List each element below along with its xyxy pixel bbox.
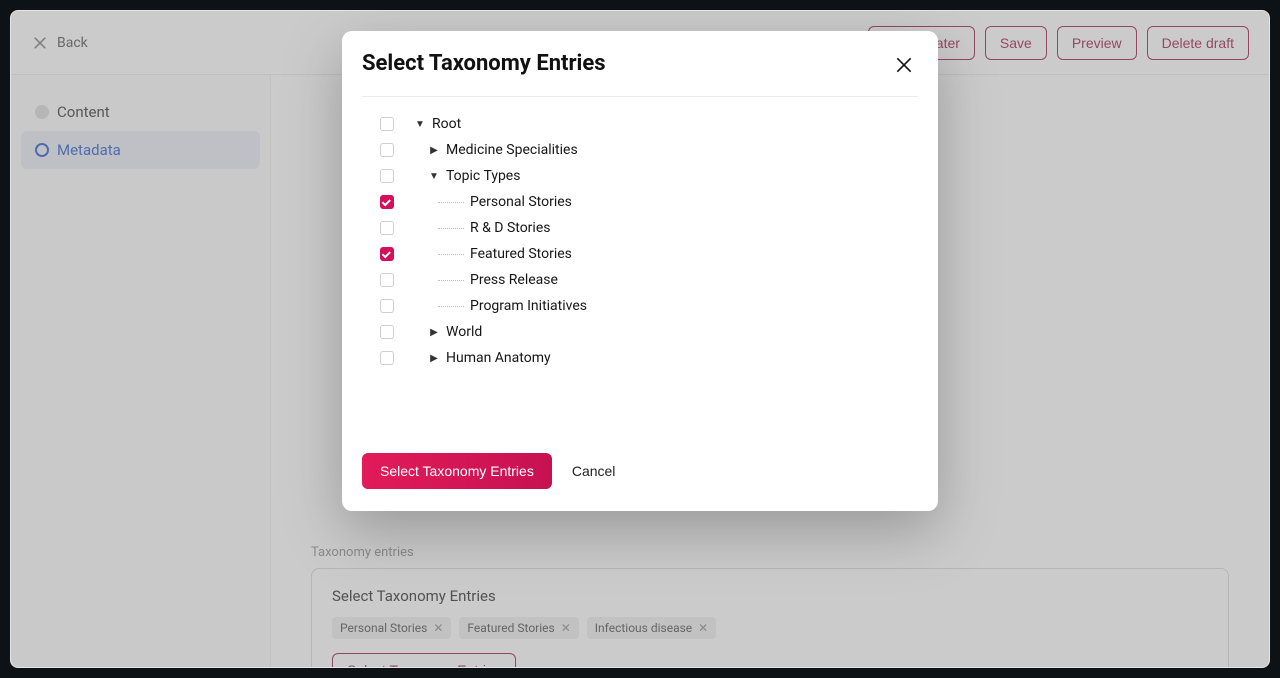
tree-node-topic-types[interactable]: ▼ Topic Types [380, 163, 918, 189]
app-window: Back Publish later Save Preview Delete d… [10, 10, 1270, 668]
node-label: World [446, 324, 482, 340]
node-label: Medicine Specialities [446, 142, 578, 158]
tree-guide-icon [438, 306, 464, 307]
tree-node-world[interactable]: ▶ World [380, 319, 918, 345]
taxonomy-modal: Select Taxonomy Entries ▼ Root ▶ [342, 31, 938, 511]
tree-node-root[interactable]: ▼ Root [380, 111, 918, 137]
caret-down-icon[interactable]: ▼ [426, 171, 442, 182]
caret-right-icon[interactable]: ▶ [426, 353, 442, 364]
modal-close-button[interactable] [890, 51, 918, 82]
cancel-button[interactable]: Cancel [572, 463, 616, 479]
tree-node-human-anatomy[interactable]: ▶ Human Anatomy [380, 345, 918, 371]
checkbox[interactable] [380, 299, 394, 313]
checkbox[interactable] [380, 351, 394, 365]
node-label: Program Initiatives [470, 298, 587, 314]
caret-right-icon[interactable]: ▶ [426, 327, 442, 338]
node-label: Topic Types [446, 168, 520, 184]
node-label: Personal Stories [470, 194, 572, 210]
modal-title: Select Taxonomy Entries [362, 51, 606, 76]
node-label: Featured Stories [470, 246, 572, 262]
node-label: Human Anatomy [446, 350, 551, 366]
tree-guide-icon [438, 254, 464, 255]
checkbox[interactable] [380, 117, 394, 131]
modal-scrim[interactable]: Select Taxonomy Entries ▼ Root ▶ [11, 11, 1269, 667]
checkbox[interactable] [380, 169, 394, 183]
tree-leaf-program-initiatives[interactable]: Program Initiatives [380, 293, 918, 319]
checkbox[interactable] [380, 273, 394, 287]
tree-guide-icon [438, 280, 464, 281]
caret-right-icon[interactable]: ▶ [426, 145, 442, 156]
checkbox[interactable] [380, 221, 394, 235]
tree-guide-icon [438, 202, 464, 203]
taxonomy-tree: ▼ Root ▶ Medicine Specialities ▼ Topic T… [362, 97, 918, 453]
modal-actions: Select Taxonomy Entries Cancel [362, 453, 918, 489]
tree-leaf-personal-stories[interactable]: Personal Stories [380, 189, 918, 215]
checkbox[interactable] [380, 247, 394, 261]
checkbox[interactable] [380, 143, 394, 157]
caret-down-icon[interactable]: ▼ [412, 119, 428, 130]
tree-leaf-press-release[interactable]: Press Release [380, 267, 918, 293]
modal-header: Select Taxonomy Entries [362, 51, 918, 97]
tree-leaf-featured-stories[interactable]: Featured Stories [380, 241, 918, 267]
checkbox[interactable] [380, 325, 394, 339]
close-icon [894, 55, 914, 75]
tree-leaf-rd-stories[interactable]: R & D Stories [380, 215, 918, 241]
tree-guide-icon [438, 228, 464, 229]
checkbox[interactable] [380, 195, 394, 209]
node-label: Root [432, 116, 461, 132]
tree-node-medicine-specialities[interactable]: ▶ Medicine Specialities [380, 137, 918, 163]
node-label: R & D Stories [470, 220, 550, 236]
confirm-select-button[interactable]: Select Taxonomy Entries [362, 453, 552, 489]
node-label: Press Release [470, 272, 558, 288]
